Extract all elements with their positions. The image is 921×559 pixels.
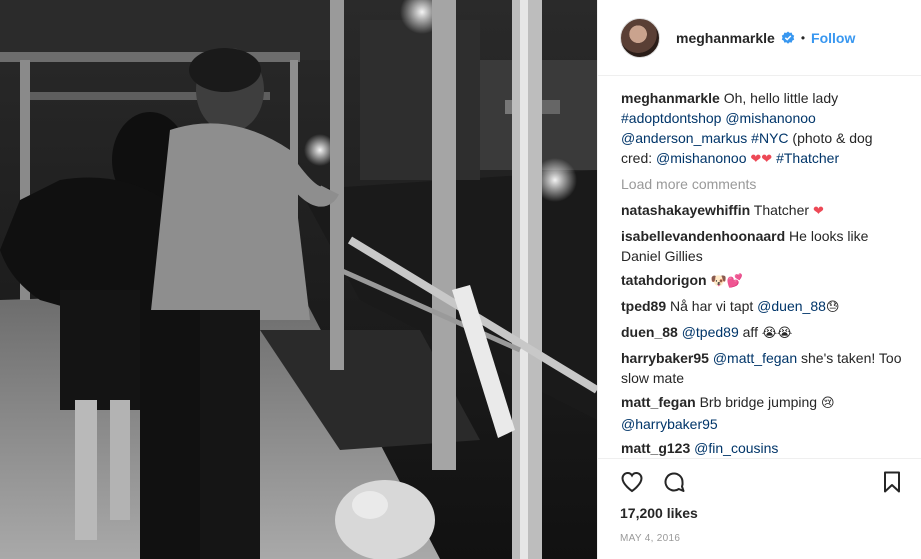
heart-emoji: ❤	[812, 204, 824, 219]
separator-dot: •	[800, 30, 806, 45]
mention-link[interactable]: @anderson_markus	[621, 130, 747, 146]
comment-item: harrybaker95 @matt_fegan she's taken! To…	[621, 348, 907, 388]
bookmark-icon[interactable]	[880, 470, 906, 496]
comment-username[interactable]: duen_88	[621, 324, 678, 340]
verified-badge-icon	[781, 31, 795, 45]
comment-item: natashakayewhiffin Thatcher ❤	[621, 200, 907, 222]
comment-item: matt_fegan Brb bridge jumping 😢 @harryba…	[621, 392, 907, 434]
emoji: 😭😭	[761, 326, 793, 341]
comment-username[interactable]: harrybaker95	[621, 350, 709, 366]
comment-entries: natashakayewhiffin Thatcher ❤ isabellevan…	[621, 200, 907, 456]
heart-emoji: ❤❤	[750, 152, 773, 167]
likes-count[interactable]: 17,200 likes	[620, 505, 906, 521]
avatar[interactable]	[620, 17, 660, 58]
mention-link[interactable]: @mishanonoo	[725, 110, 816, 126]
post-photo[interactable]	[0, 0, 597, 559]
follow-button[interactable]: Follow	[811, 30, 855, 46]
post-header: meghanmarkle • Follow	[598, 0, 921, 76]
comment-item: isabellevandenhoonaard He looks like Dan…	[621, 226, 907, 266]
comment-text: Brb bridge jumping	[695, 394, 821, 410]
comment-bubble-icon[interactable]	[662, 470, 688, 496]
comments-list[interactable]: meghanmarkle Oh, hello little lady #adop…	[598, 76, 921, 456]
comment-username[interactable]: natashakayewhiffin	[621, 202, 750, 218]
comment-item: matt_g123 @fin_cousins	[621, 438, 907, 456]
mention-link[interactable]: @mishanonoo	[656, 150, 747, 166]
mention-link[interactable]: @duen_88	[757, 298, 826, 314]
mention-link[interactable]: #Thatcher	[776, 150, 839, 166]
comment-text: Oh, hello little lady	[719, 90, 839, 106]
comment-item: tatahdorigon 🐶💕	[621, 270, 907, 292]
mention-link[interactable]: #adoptdontshop	[621, 110, 721, 126]
mention-link[interactable]: @fin_cousins	[694, 440, 778, 456]
comment-text: aff	[738, 324, 762, 340]
caption-username[interactable]: meghanmarkle	[621, 90, 720, 106]
comment-username[interactable]: tatahdorigon	[621, 272, 707, 288]
comment-item: tped89 Nå har vi tapt @duen_88😓	[621, 296, 907, 318]
post-image	[0, 0, 597, 559]
emoji: 🐶💕	[706, 274, 744, 289]
emoji: 😓	[825, 300, 840, 315]
comment-item: duen_88 @tped89 aff 😭😭	[621, 322, 907, 344]
post-date[interactable]: MAY 4, 2016	[620, 533, 906, 544]
mention-link[interactable]: @harrybaker95	[621, 416, 718, 432]
comment-text: Nå har vi tapt	[666, 298, 758, 314]
comment-username[interactable]: tped89	[621, 298, 666, 314]
comment-username[interactable]: matt_fegan	[621, 394, 696, 410]
mention-link[interactable]: #NYC	[751, 130, 788, 146]
load-more-comments-button[interactable]: Load more comments	[621, 174, 907, 194]
mention-link[interactable]: @matt_fegan	[713, 350, 797, 366]
action-row	[620, 463, 906, 503]
post-actions: 17,200 likes MAY 4, 2016	[598, 458, 921, 559]
comment-username[interactable]: isabellevandenhoonaard	[621, 228, 785, 244]
heart-outline-icon[interactable]	[620, 470, 646, 496]
mention-link[interactable]: @tped89	[682, 324, 739, 340]
post-side-panel: meghanmarkle • Follow meghanmarkle Oh, h…	[597, 0, 921, 559]
comment-username[interactable]: matt_g123	[621, 440, 690, 456]
comment-text: Thatcher	[750, 202, 813, 218]
header-username[interactable]: meghanmarkle	[676, 30, 775, 46]
emoji: 😢	[820, 396, 835, 411]
caption: meghanmarkle Oh, hello little lady #adop…	[621, 88, 907, 170]
